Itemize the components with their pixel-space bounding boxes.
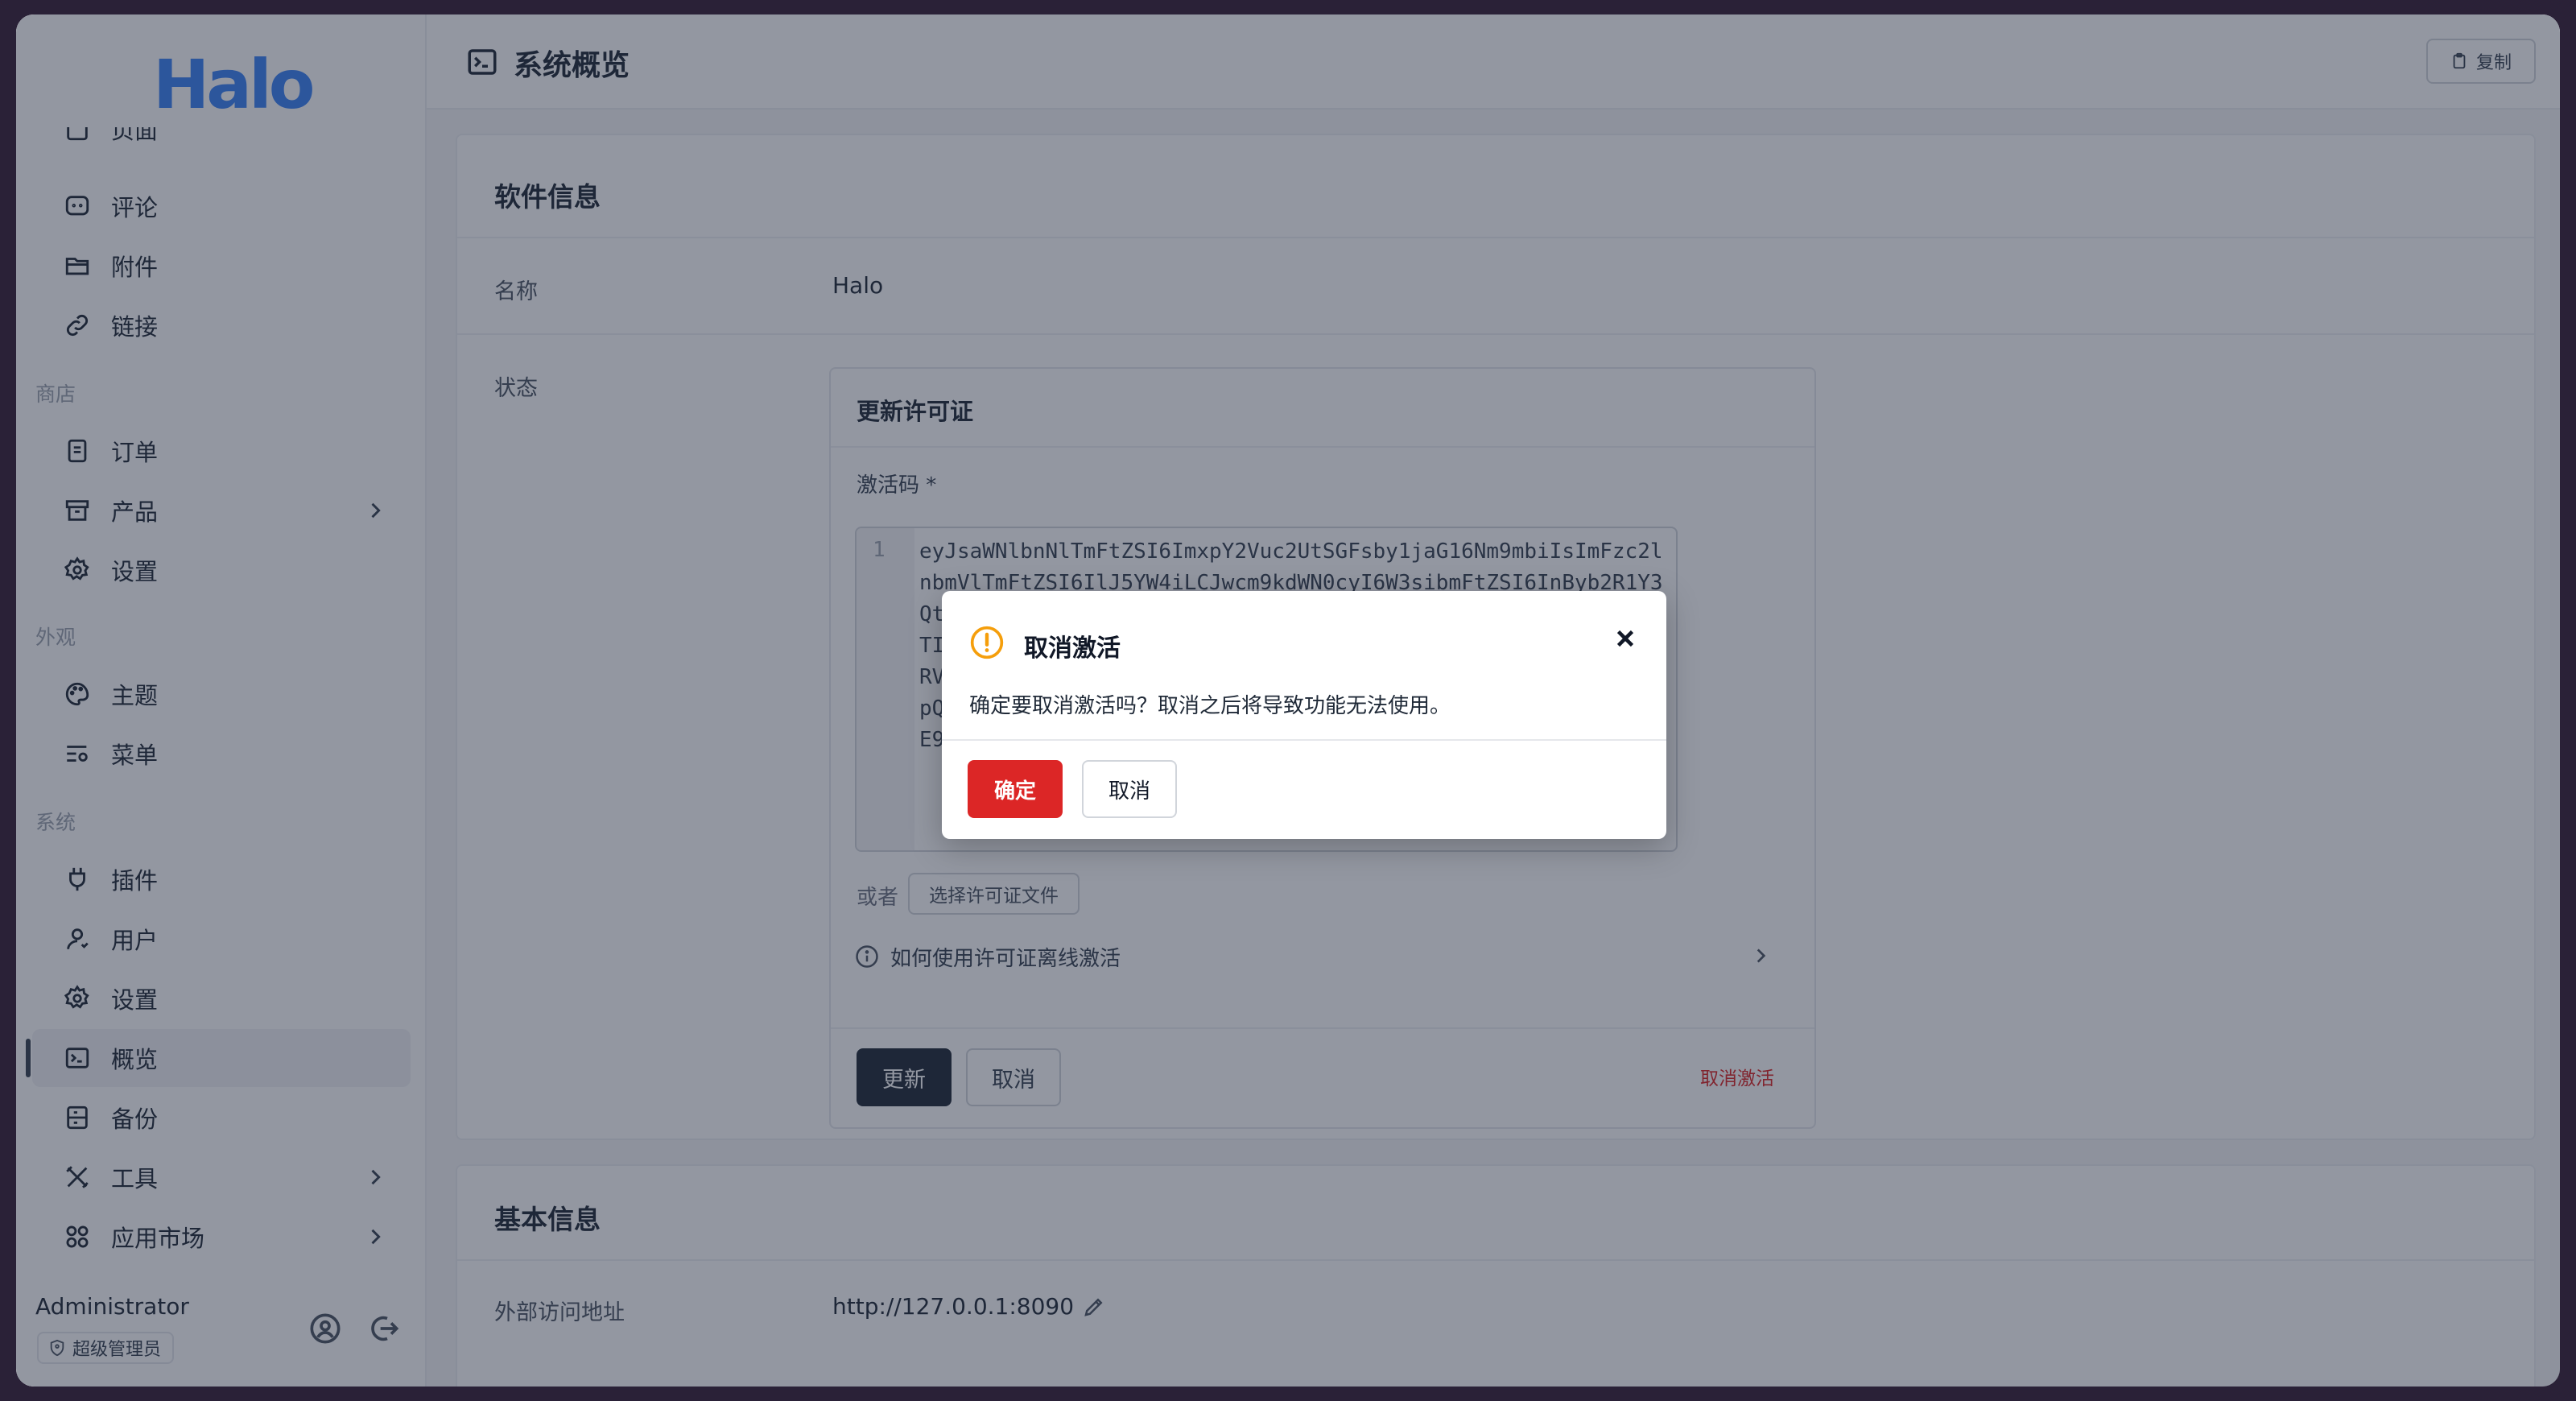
dialog-message: 确定要取消激活吗？取消之后将导致功能无法使用。 [969, 694, 1451, 718]
warning-icon [969, 625, 1005, 660]
confirm-button[interactable]: 确定 [968, 760, 1063, 818]
dialog-title: 取消激活 [1024, 634, 1121, 663]
close-icon[interactable] [1612, 625, 1639, 652]
app-window: Halo 页面 评论 附件 链接 商店 订单 产品 设置 外观 主题 菜单 系统… [16, 14, 2560, 1387]
deactivate-dialog: 取消激活 确定要取消激活吗？取消之后将导致功能无法使用。 确定 取消 [942, 591, 1666, 839]
dialog-cancel-button[interactable]: 取消 [1082, 760, 1177, 818]
divider [942, 739, 1666, 741]
